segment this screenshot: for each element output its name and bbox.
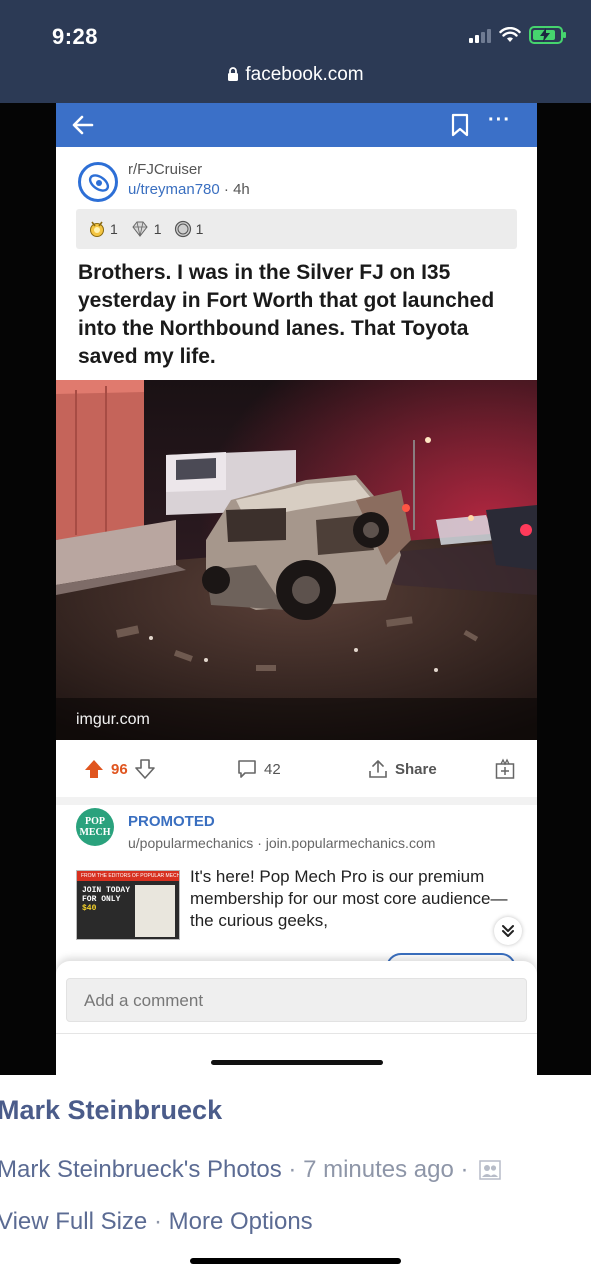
more-options-link[interactable]: More Options — [169, 1208, 313, 1235]
reddit-app-bar: ··· — [56, 103, 537, 147]
promoted-thumbnail[interactable]: FROM THE EDITORS OF POPULAR MECHANICS JO… — [76, 870, 180, 940]
medal-award-icon — [90, 221, 104, 237]
advertiser-domain[interactable]: join.popularmechanics.com — [266, 835, 436, 851]
battery-charging-icon — [529, 26, 566, 44]
post-author[interactable]: u/treyman780 — [128, 181, 220, 198]
award-count: 1 — [153, 221, 162, 237]
comment-count: 42 — [264, 760, 281, 778]
share-button[interactable]: Share — [367, 758, 437, 780]
comment-bubble-icon — [238, 760, 256, 778]
advertiser-name[interactable]: u/popularmechanics — [128, 835, 253, 851]
gem-award-icon — [132, 221, 148, 237]
promoted-meta: u/popularmechanics · join.popularmechani… — [128, 835, 435, 851]
post-age: 4h — [233, 181, 250, 198]
thumbnail-header: FROM THE EDITORS OF POPULAR MECHANICS — [77, 871, 179, 881]
post-title[interactable]: Brothers. I was in the Silver FJ on I35 … — [78, 259, 518, 371]
double-chevron-down-icon — [502, 925, 514, 937]
popmech-logo[interactable]: POP MECH — [76, 808, 114, 846]
award-coin: 1 — [174, 220, 204, 238]
bookmark-icon[interactable] — [450, 112, 470, 138]
share-label: Share — [395, 760, 437, 778]
url-text: facebook.com — [245, 64, 364, 85]
upvote-icon[interactable] — [83, 758, 105, 780]
expand-chevron-button[interactable] — [494, 917, 522, 945]
awards-bar[interactable]: 1 1 1 — [76, 209, 517, 249]
add-comment-input[interactable]: Add a comment — [66, 978, 527, 1022]
give-award-button[interactable] — [494, 758, 516, 780]
fj-cruiser-logo-icon — [88, 174, 110, 192]
feed-divider — [56, 797, 537, 805]
comment-sheet: Add a comment — [56, 961, 537, 1075]
sheet-divider — [56, 1033, 537, 1034]
award-count: 1 — [110, 221, 118, 237]
post-time: 7 minutes ago — [303, 1156, 454, 1183]
meta-separator: · — [223, 181, 229, 198]
downvote-icon[interactable] — [134, 758, 156, 780]
post-meta: u/treyman780 · 4h — [128, 181, 250, 198]
award-gem: 1 — [130, 220, 162, 238]
subreddit-avatar[interactable] — [78, 162, 118, 202]
separator-dot: · — [460, 1156, 469, 1183]
status-time: 9:28 — [52, 24, 99, 49]
address-bar[interactable]: facebook.com — [0, 64, 591, 86]
comments-button[interactable]: 42 — [236, 758, 281, 780]
separator-dot: · — [288, 1156, 297, 1183]
view-full-size-link[interactable]: View Full Size — [0, 1208, 147, 1235]
promoted-body[interactable]: It's here! Pop Mech Pro is our premium m… — [190, 866, 510, 932]
vote-count: 96 — [111, 760, 128, 778]
magazine-cover-icon — [135, 885, 175, 937]
award-medal: 1 — [88, 220, 118, 238]
subreddit-name[interactable]: r/FJCruiser — [128, 161, 202, 178]
lock-icon — [228, 67, 239, 81]
status-icons — [469, 26, 566, 44]
gift-award-icon — [495, 758, 515, 779]
album-link[interactable]: Mark Steinbrueck's Photos — [0, 1156, 282, 1183]
browser-top-bar: 9:28 facebook.com — [0, 0, 591, 103]
crash-photo-illustration — [56, 380, 537, 740]
photo-info-line: Mark Steinbrueck's Photos · 7 minutes ag… — [0, 1156, 501, 1184]
friends-audience-icon — [479, 1160, 501, 1180]
home-indicator — [190, 1258, 401, 1264]
poster-name[interactable]: Mark Steinbrueck — [0, 1095, 222, 1126]
award-count: 1 — [195, 221, 204, 237]
thumbnail-offer: JOIN TODAY FOR ONLY $40 — [82, 886, 131, 913]
wifi-icon — [499, 27, 521, 42]
photo-options: View Full Size · More Options — [0, 1208, 313, 1236]
facebook-photo-caption: Mark Steinbrueck Mark Steinbrueck's Phot… — [0, 1075, 591, 1279]
meta-separator: · — [257, 835, 262, 851]
post-action-bar: 96 42 Share — [56, 743, 537, 797]
image-source-label[interactable]: imgur.com — [76, 711, 150, 729]
post-image[interactable] — [56, 380, 537, 740]
coin-award-icon — [174, 220, 191, 238]
more-options-icon[interactable]: ··· — [488, 109, 511, 132]
share-icon — [369, 760, 387, 778]
separator-dot: · — [153, 1208, 162, 1235]
promoted-label: PROMOTED — [128, 813, 215, 830]
cellular-signal-icon — [469, 27, 491, 43]
inner-home-indicator — [211, 1060, 383, 1065]
back-arrow-icon[interactable] — [70, 112, 96, 138]
vote-group: 96 — [83, 758, 156, 780]
shared-screenshot[interactable]: ··· r/FJCruiser u/treyman780 · 4h 1 1 1 … — [56, 103, 537, 1075]
